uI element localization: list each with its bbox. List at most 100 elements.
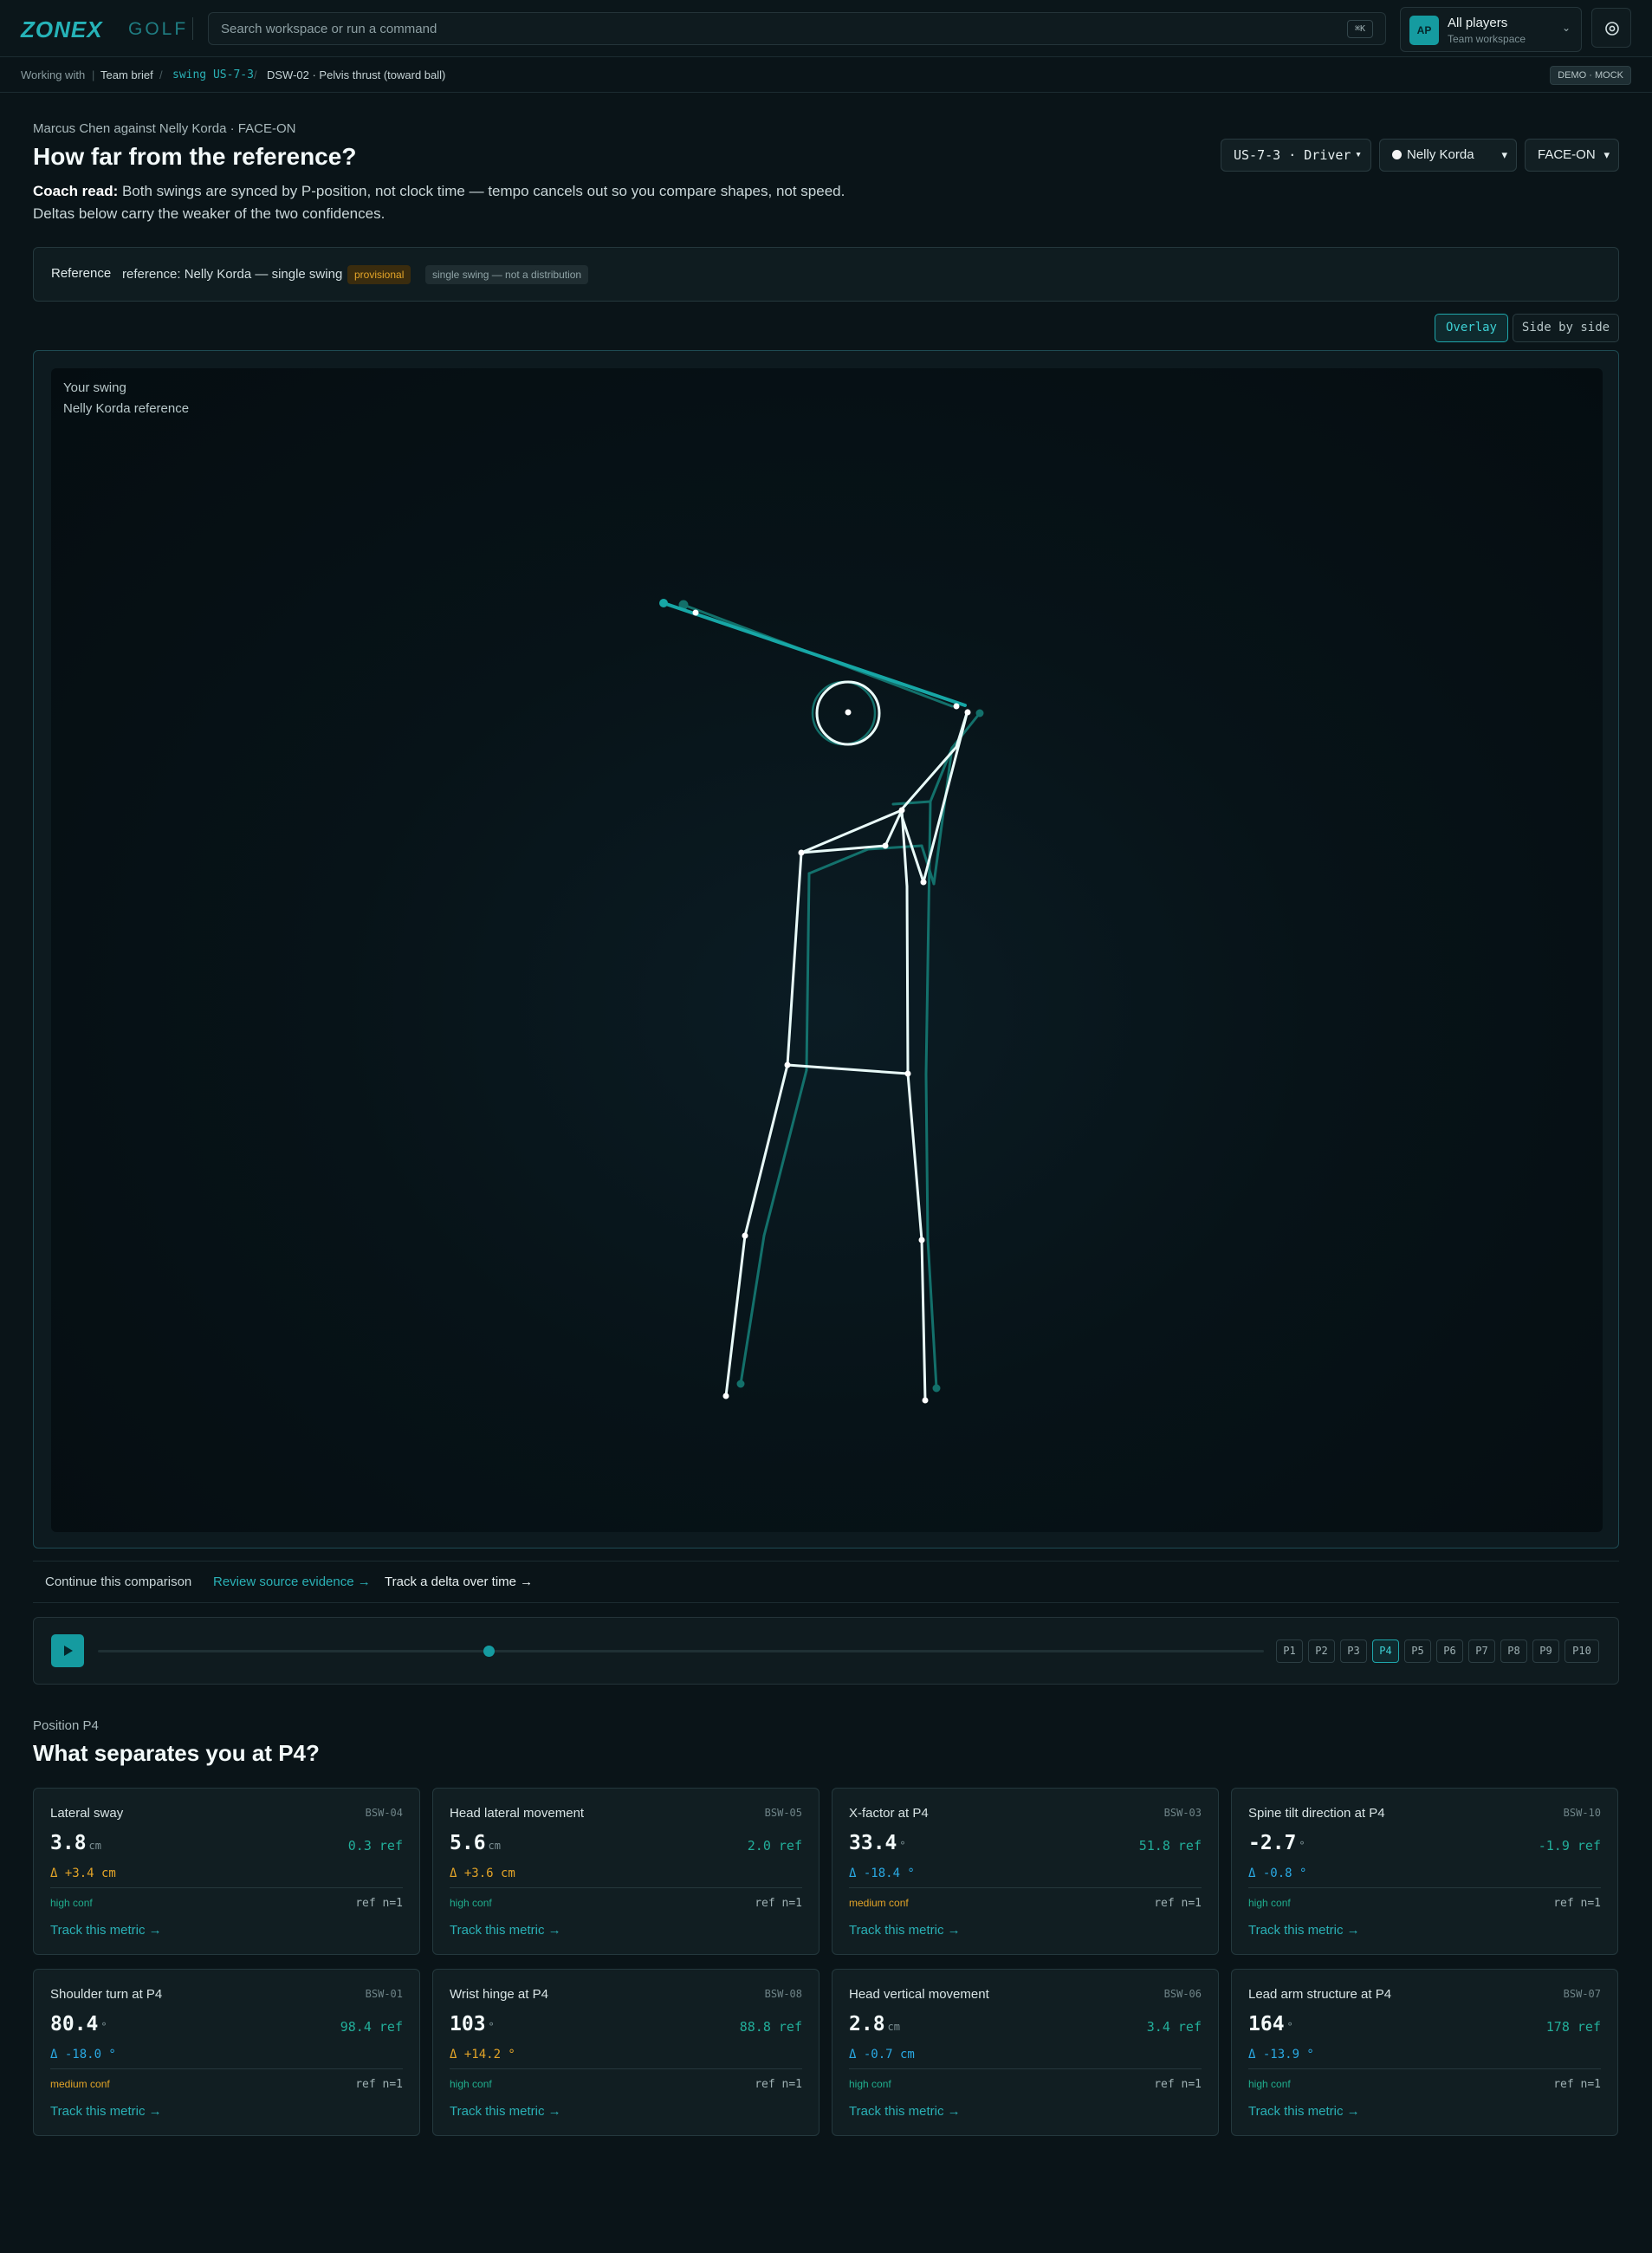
skeleton-canvas[interactable]: Your swing Nelly Korda reference <box>51 368 1603 1532</box>
metric-unit: ° <box>488 2021 495 2033</box>
track-metric-link[interactable]: Track this metric → <box>450 1923 561 1938</box>
confidence-label: high conf <box>50 1897 93 1909</box>
metric-title: Wrist hinge at P4 <box>450 1987 548 2002</box>
metric-value: 33.4 ° <box>849 1832 906 1854</box>
position-button-p10[interactable]: P10 <box>1565 1639 1599 1663</box>
reference-label: Reference <box>51 266 112 281</box>
position-button-p3[interactable]: P3 <box>1340 1639 1367 1663</box>
settings-button[interactable] <box>1591 8 1631 48</box>
metric-title: Lateral sway <box>50 1806 124 1821</box>
track-metric-link[interactable]: Track this metric → <box>849 1923 961 1938</box>
metric-value: 103 ° <box>450 2013 495 2035</box>
skeleton-overlay <box>659 599 984 1404</box>
metric-unit: cm <box>887 2021 900 2033</box>
side-by-side-toggle[interactable]: Side by side <box>1513 314 1619 342</box>
view-select-value: FACE-ON <box>1538 147 1596 162</box>
metric-value-number: 80.4 <box>50 2013 99 2035</box>
metric-reference: -1.9 ref <box>1538 1838 1601 1854</box>
metric-unit: cm <box>88 1840 101 1852</box>
position-title: What separates you at P4? <box>33 1740 320 1766</box>
position-button-p6[interactable]: P6 <box>1436 1639 1463 1663</box>
position-button-p2[interactable]: P2 <box>1308 1639 1335 1663</box>
timeline-scrubber[interactable] <box>98 1646 1264 1657</box>
position-button-p8[interactable]: P8 <box>1500 1639 1527 1663</box>
confidence-label: high conf <box>450 2078 492 2090</box>
metric-unit: ° <box>100 2021 107 2033</box>
workspace-switcher[interactable]: AP All players Team workspace ⌄ <box>1400 7 1582 52</box>
position-button-p7[interactable]: P7 <box>1468 1639 1495 1663</box>
note-badge: single swing — not a distribution <box>425 265 589 284</box>
breadcrumb-separator: / <box>159 68 163 81</box>
brand-sub: GOLF <box>128 19 189 39</box>
comparison-stage: Your swing Nelly Korda reference <box>33 350 1619 1549</box>
metric-card: Lead arm structure at P4 BSW-07 164 ° 178 re… <box>1231 1969 1618 2136</box>
search-input[interactable]: Search workspace or run a command ⌘K <box>208 12 1386 45</box>
breadcrumb-swing[interactable]: swing US-7-3 <box>172 68 254 81</box>
brand-logo[interactable]: ZONEX <box>21 16 103 43</box>
metric-value-number: -2.7 <box>1248 1832 1297 1854</box>
scrubber-handle[interactable] <box>483 1646 495 1657</box>
workspace-name: All players <box>1448 16 1508 30</box>
chevron-down-icon: ▾ <box>1355 148 1362 161</box>
breadcrumb-current: DSW-02 · Pelvis thrust (toward ball) <box>267 68 446 81</box>
track-metric-link[interactable]: Track this metric → <box>1248 1923 1360 1938</box>
metric-delta: Δ -18.4 ° <box>849 1867 915 1880</box>
metric-unit: ° <box>1299 1840 1305 1852</box>
track-metric-link[interactable]: Track this metric → <box>1248 2104 1360 2119</box>
metric-value: -2.7 ° <box>1248 1832 1305 1854</box>
metric-delta: Δ -0.7 cm <box>849 2048 915 2061</box>
review-evidence-link[interactable]: Review source evidence → <box>213 1575 371 1589</box>
metric-code: BSW-07 <box>1563 1988 1601 2000</box>
metric-title: Shoulder turn at P4 <box>50 1987 163 2002</box>
divider <box>50 2068 403 2069</box>
metric-value-number: 5.6 <box>450 1832 486 1854</box>
metric-reference: 88.8 ref <box>739 2019 802 2035</box>
reference-player-select[interactable]: Nelly Korda ▾ <box>1379 139 1517 172</box>
metric-card: Spine tilt direction at P4 BSW-10 -2.7 ° -1.… <box>1231 1788 1618 1955</box>
metric-title: Spine tilt direction at P4 <box>1248 1806 1385 1821</box>
metric-title: Lead arm structure at P4 <box>1248 1987 1392 2002</box>
metric-code: BSW-01 <box>365 1988 403 2000</box>
metric-title: X-factor at P4 <box>849 1806 929 1821</box>
chevron-down-icon: ⌄ <box>1561 22 1571 34</box>
chevron-down-icon: ▾ <box>1501 148 1507 161</box>
swing-select[interactable]: US-7-3 · Driver ▾ <box>1221 139 1371 172</box>
track-metric-link[interactable]: Track this metric → <box>50 2104 162 2119</box>
track-metric-link[interactable]: Track this metric → <box>50 1923 162 1938</box>
metric-value: 5.6 cm <box>450 1832 501 1854</box>
position-button-p5[interactable]: P5 <box>1404 1639 1431 1663</box>
track-delta-link[interactable]: Track a delta over time → <box>385 1575 533 1589</box>
metric-reference: 2.0 ref <box>747 1838 802 1854</box>
confidence-label: high conf <box>849 2078 891 2090</box>
metric-reference: 98.4 ref <box>340 2019 403 2035</box>
position-button-p9[interactable]: P9 <box>1532 1639 1559 1663</box>
view-select[interactable]: FACE-ON ▾ <box>1525 139 1619 172</box>
track-metric-link[interactable]: Track this metric → <box>450 2104 561 2119</box>
metric-code: BSW-04 <box>365 1807 403 1819</box>
reference-panel: Reference reference: Nelly Korda — singl… <box>33 247 1619 302</box>
position-button-p4[interactable]: P4 <box>1372 1639 1399 1663</box>
breadcrumb-team-brief[interactable]: Team brief <box>100 68 153 81</box>
metric-value: 2.8 cm <box>849 2013 900 2035</box>
metric-delta: Δ -13.9 ° <box>1248 2048 1314 2061</box>
page-title: How far from the reference? <box>33 143 357 170</box>
position-button-p1[interactable]: P1 <box>1276 1639 1303 1663</box>
track-metric-link[interactable]: Track this metric → <box>849 2104 961 2119</box>
club-shaft <box>659 599 967 707</box>
player-dot-icon <box>1392 150 1402 159</box>
reference-count: ref n=1 <box>1553 1897 1601 1910</box>
divider <box>450 1887 802 1888</box>
overlay-toggle[interactable]: Overlay <box>1435 314 1508 342</box>
position-eyebrow: Position P4 <box>33 1718 99 1733</box>
metric-unit: ° <box>899 1840 906 1852</box>
metric-code: BSW-05 <box>764 1807 802 1819</box>
breadcrumb-separator: / <box>254 68 257 81</box>
reference-count: ref n=1 <box>755 2078 802 2091</box>
confidence-label: high conf <box>1248 2078 1291 2090</box>
metric-code: BSW-08 <box>764 1988 802 2000</box>
metric-reference: 51.8 ref <box>1138 1838 1202 1854</box>
metric-title: Head vertical movement <box>849 1987 989 2002</box>
play-button[interactable] <box>51 1634 84 1667</box>
metric-value-number: 3.8 <box>50 1832 87 1854</box>
search-placeholder: Search workspace or run a command <box>221 22 437 36</box>
